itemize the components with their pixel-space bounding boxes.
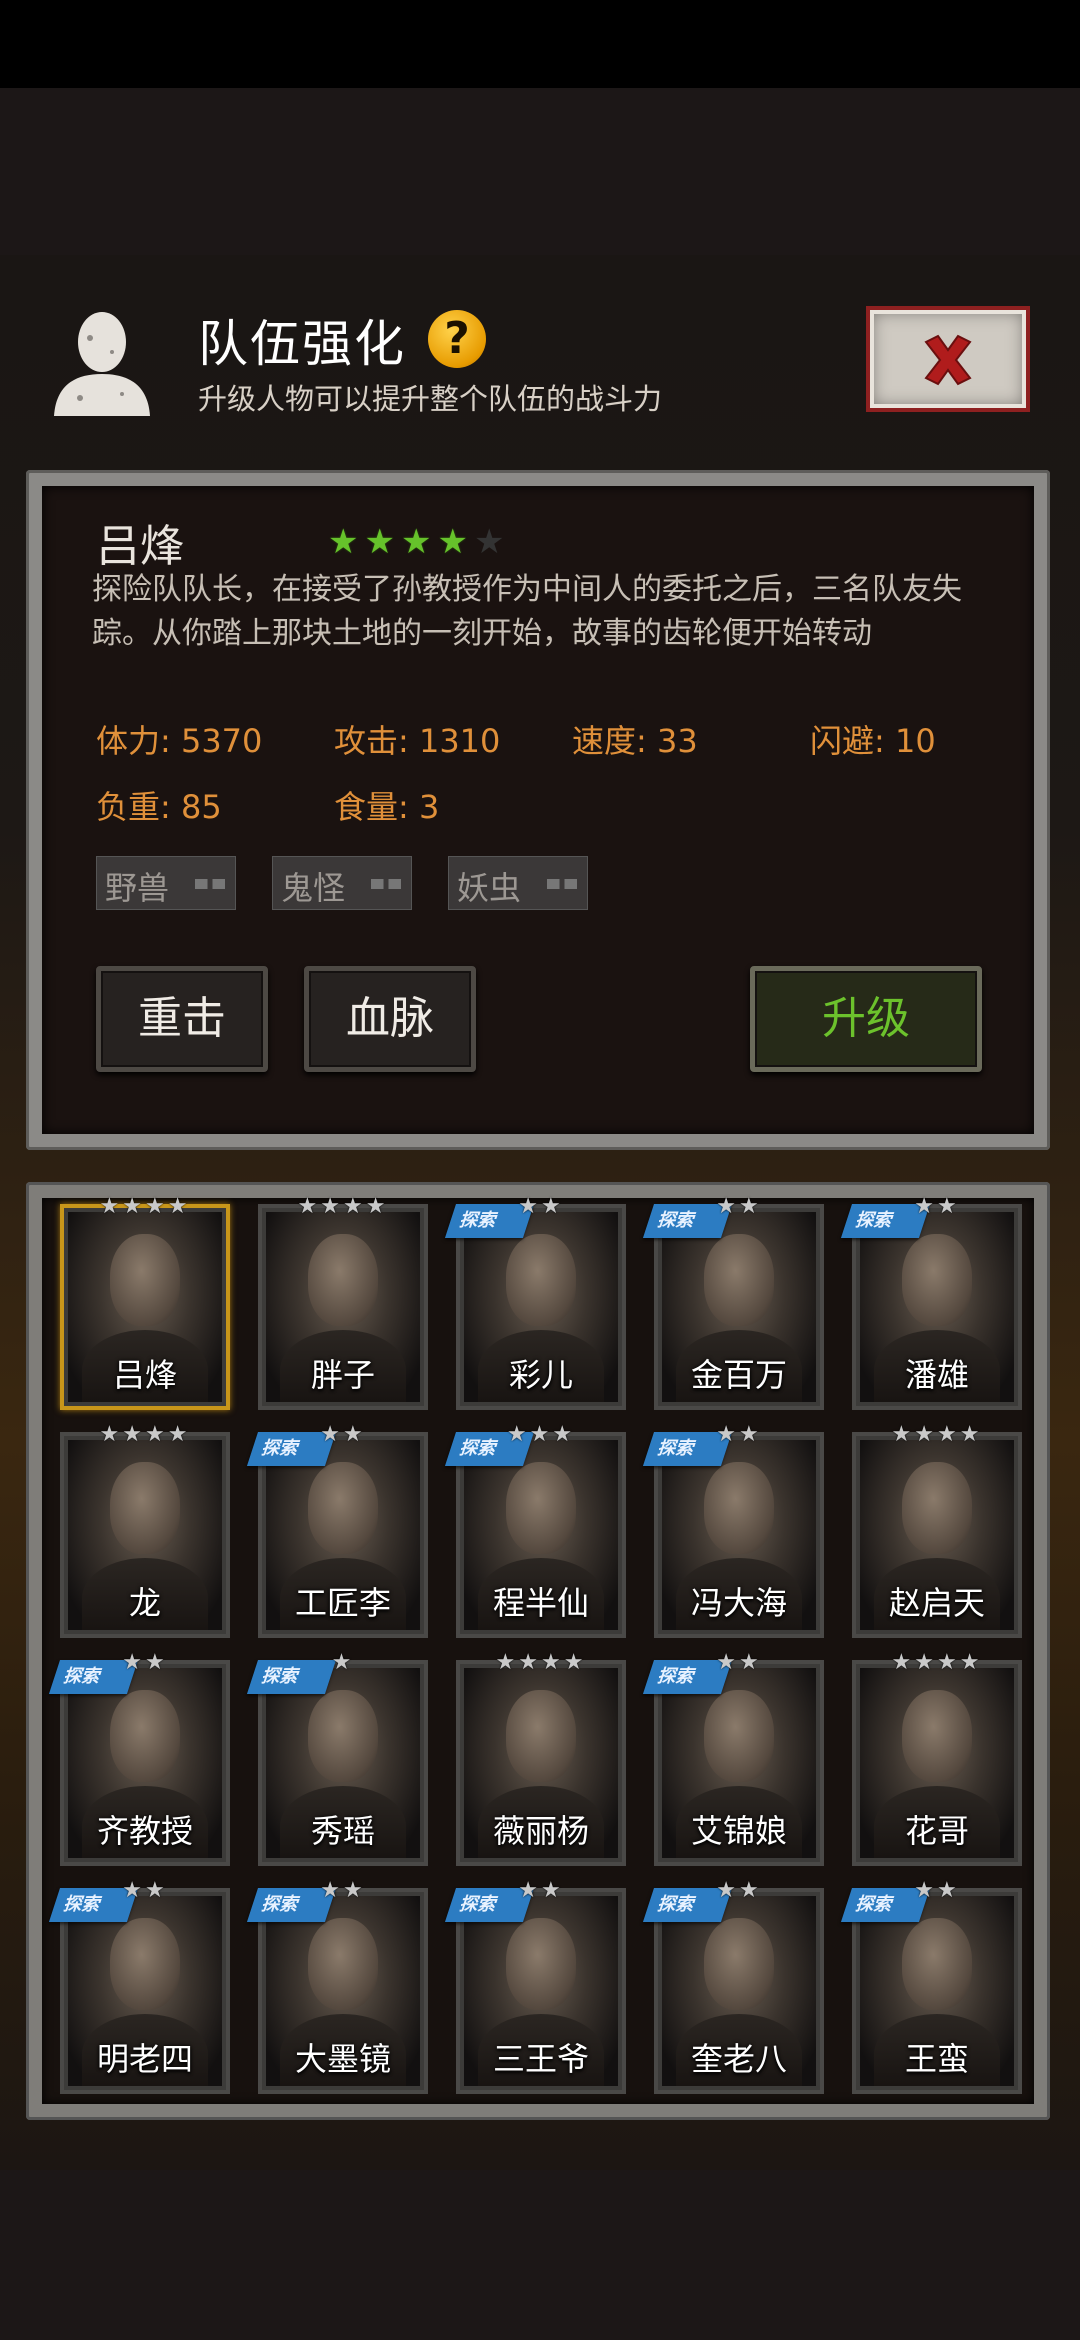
card-star-rating: ★★★★ xyxy=(297,1194,389,1219)
tag-ghost: 鬼怪 xyxy=(272,856,412,910)
stat-food: 食量: 3 xyxy=(334,788,440,826)
roster-card[interactable]: 探索 ★★ 大墨镜 xyxy=(246,1878,428,2094)
card-name: 吕烽 xyxy=(112,1356,177,1394)
card-name: 程半仙 xyxy=(492,1584,589,1622)
card-name: 齐教授 xyxy=(96,1812,193,1850)
tag-insect: 妖虫 xyxy=(448,856,588,910)
roster-card[interactable]: ★★★★ 赵启天 xyxy=(852,1422,1022,1638)
star-icon: ★ xyxy=(437,522,468,562)
card-star-rating: ★★★★ xyxy=(891,1650,983,1675)
card-star-rating: ★★ xyxy=(518,1878,564,1903)
card-name: 薇丽杨 xyxy=(492,1812,589,1850)
card-name: 王蛮 xyxy=(904,2040,969,2078)
roster-card[interactable]: 探索 ★★ 彩儿 xyxy=(444,1194,626,1410)
card-name: 胖子 xyxy=(310,1356,375,1394)
status-bar xyxy=(0,0,1080,88)
roster-card[interactable]: 探索 ★★ 明老四 xyxy=(48,1878,230,2094)
card-name: 金百万 xyxy=(690,1356,787,1394)
roster-card[interactable]: 探索 ★★ 潘雄 xyxy=(840,1194,1022,1410)
upgrade-button[interactable]: 升级 xyxy=(750,966,982,1072)
roster-card[interactable]: ★★★★ 花哥 xyxy=(852,1650,1022,1866)
help-icon[interactable]: ? xyxy=(428,310,486,368)
roster-card[interactable]: 探索 ★★ 王蛮 xyxy=(840,1878,1022,2094)
star-icon: ★ xyxy=(364,522,395,562)
card-star-rating: ★★ xyxy=(518,1194,564,1219)
card-star-rating: ★★ xyxy=(122,1650,168,1675)
bloodline-button[interactable]: 血脉 xyxy=(304,966,476,1072)
roster-card[interactable]: 探索 ★★ 艾锦娘 xyxy=(642,1650,824,1866)
roster-card[interactable]: 探索 ★★ 冯大海 xyxy=(642,1422,824,1638)
roster-card[interactable]: 探索 ★★ 齐教授 xyxy=(48,1650,230,1866)
card-name: 奎老八 xyxy=(690,2040,787,2078)
card-name: 冯大海 xyxy=(690,1584,787,1622)
card-name: 秀瑶 xyxy=(310,1812,375,1850)
stat-load: 负重: 85 xyxy=(96,788,222,826)
card-name: 明老四 xyxy=(96,2040,193,2078)
card-star-rating: ★★★★ xyxy=(99,1422,191,1447)
tag-beast: 野兽 xyxy=(96,856,236,910)
card-name: 彩儿 xyxy=(508,1356,573,1394)
card-star-rating: ★★ xyxy=(716,1878,762,1903)
close-icon xyxy=(924,334,972,386)
star-icon: ★ xyxy=(328,522,359,562)
roster-card[interactable]: 探索 ★★ 工匠李 xyxy=(246,1422,428,1638)
hero-description: 探险队队长，在接受了孙教授作为中间人的委托之后，三名队友失踪。从你踏上那块土地的… xyxy=(92,572,962,651)
hero-name: 吕烽 xyxy=(96,521,184,572)
roster-card[interactable]: 探索 ★★ 三王爷 xyxy=(444,1878,626,2094)
stat-speed: 速度: 33 xyxy=(572,722,698,760)
stat-attack: 攻击: 1310 xyxy=(334,722,501,760)
star-icon: ★ xyxy=(400,522,432,562)
navigation-bar xyxy=(0,2170,1080,2340)
stat-hp: 体力: 5370 xyxy=(96,722,263,760)
card-name: 工匠李 xyxy=(294,1584,391,1622)
card-star-rating: ★★ xyxy=(320,1878,366,1903)
card-star-rating: ★★ xyxy=(320,1422,366,1447)
roster-card[interactable]: ★★★★ 薇丽杨 xyxy=(456,1650,626,1866)
card-star-rating: ★★ xyxy=(716,1194,762,1219)
card-star-rating: ★★ xyxy=(914,1194,960,1219)
character-silhouette-icon xyxy=(50,308,154,418)
roster-card[interactable]: ★★★★ 胖子 xyxy=(258,1194,428,1410)
card-name: 三王爷 xyxy=(492,2040,589,2078)
card-name: 大墨镜 xyxy=(294,2040,391,2078)
roster-card[interactable]: ★★★★ 吕烽 xyxy=(60,1194,230,1410)
close-button[interactable] xyxy=(866,306,1030,412)
card-star-rating: ★★★★ xyxy=(495,1650,587,1675)
card-name: 潘雄 xyxy=(904,1356,969,1394)
hero-star-rating: ★ ★ ★ ★ ★ xyxy=(328,524,504,560)
card-name: 赵启天 xyxy=(888,1584,985,1622)
card-star-rating: ★★★★ xyxy=(99,1194,191,1219)
roster-card[interactable]: 探索 ★★ 金百万 xyxy=(642,1194,824,1410)
roster-card[interactable]: ★★★★ 龙 xyxy=(60,1422,230,1638)
card-star-rating: ★★★ xyxy=(506,1422,576,1447)
card-name: 龙 xyxy=(128,1584,161,1622)
roster-card[interactable]: 探索 ★ 秀瑶 xyxy=(246,1650,428,1866)
card-star-rating: ★★ xyxy=(716,1422,762,1447)
card-name: 艾锦娘 xyxy=(690,1812,787,1850)
page-title: 队伍强化 xyxy=(198,315,406,373)
star-icon: ★ xyxy=(473,522,505,562)
card-star-rating: ★★★★ xyxy=(891,1422,983,1447)
stat-dodge: 闪避: 10 xyxy=(810,722,936,760)
card-name: 花哥 xyxy=(904,1812,969,1850)
page-subtitle: 升级人物可以提升整个队伍的战斗力 xyxy=(198,382,663,416)
card-star-rating: ★★ xyxy=(716,1650,762,1675)
card-star-rating: ★★ xyxy=(914,1878,960,1903)
card-star-rating: ★ xyxy=(331,1650,355,1675)
card-star-rating: ★★ xyxy=(122,1878,168,1903)
roster-card[interactable]: 探索 ★★★ 程半仙 xyxy=(444,1422,626,1638)
roster-card[interactable]: 探索 ★★ 奎老八 xyxy=(642,1878,824,2094)
heavy-strike-button[interactable]: 重击 xyxy=(96,966,268,1072)
